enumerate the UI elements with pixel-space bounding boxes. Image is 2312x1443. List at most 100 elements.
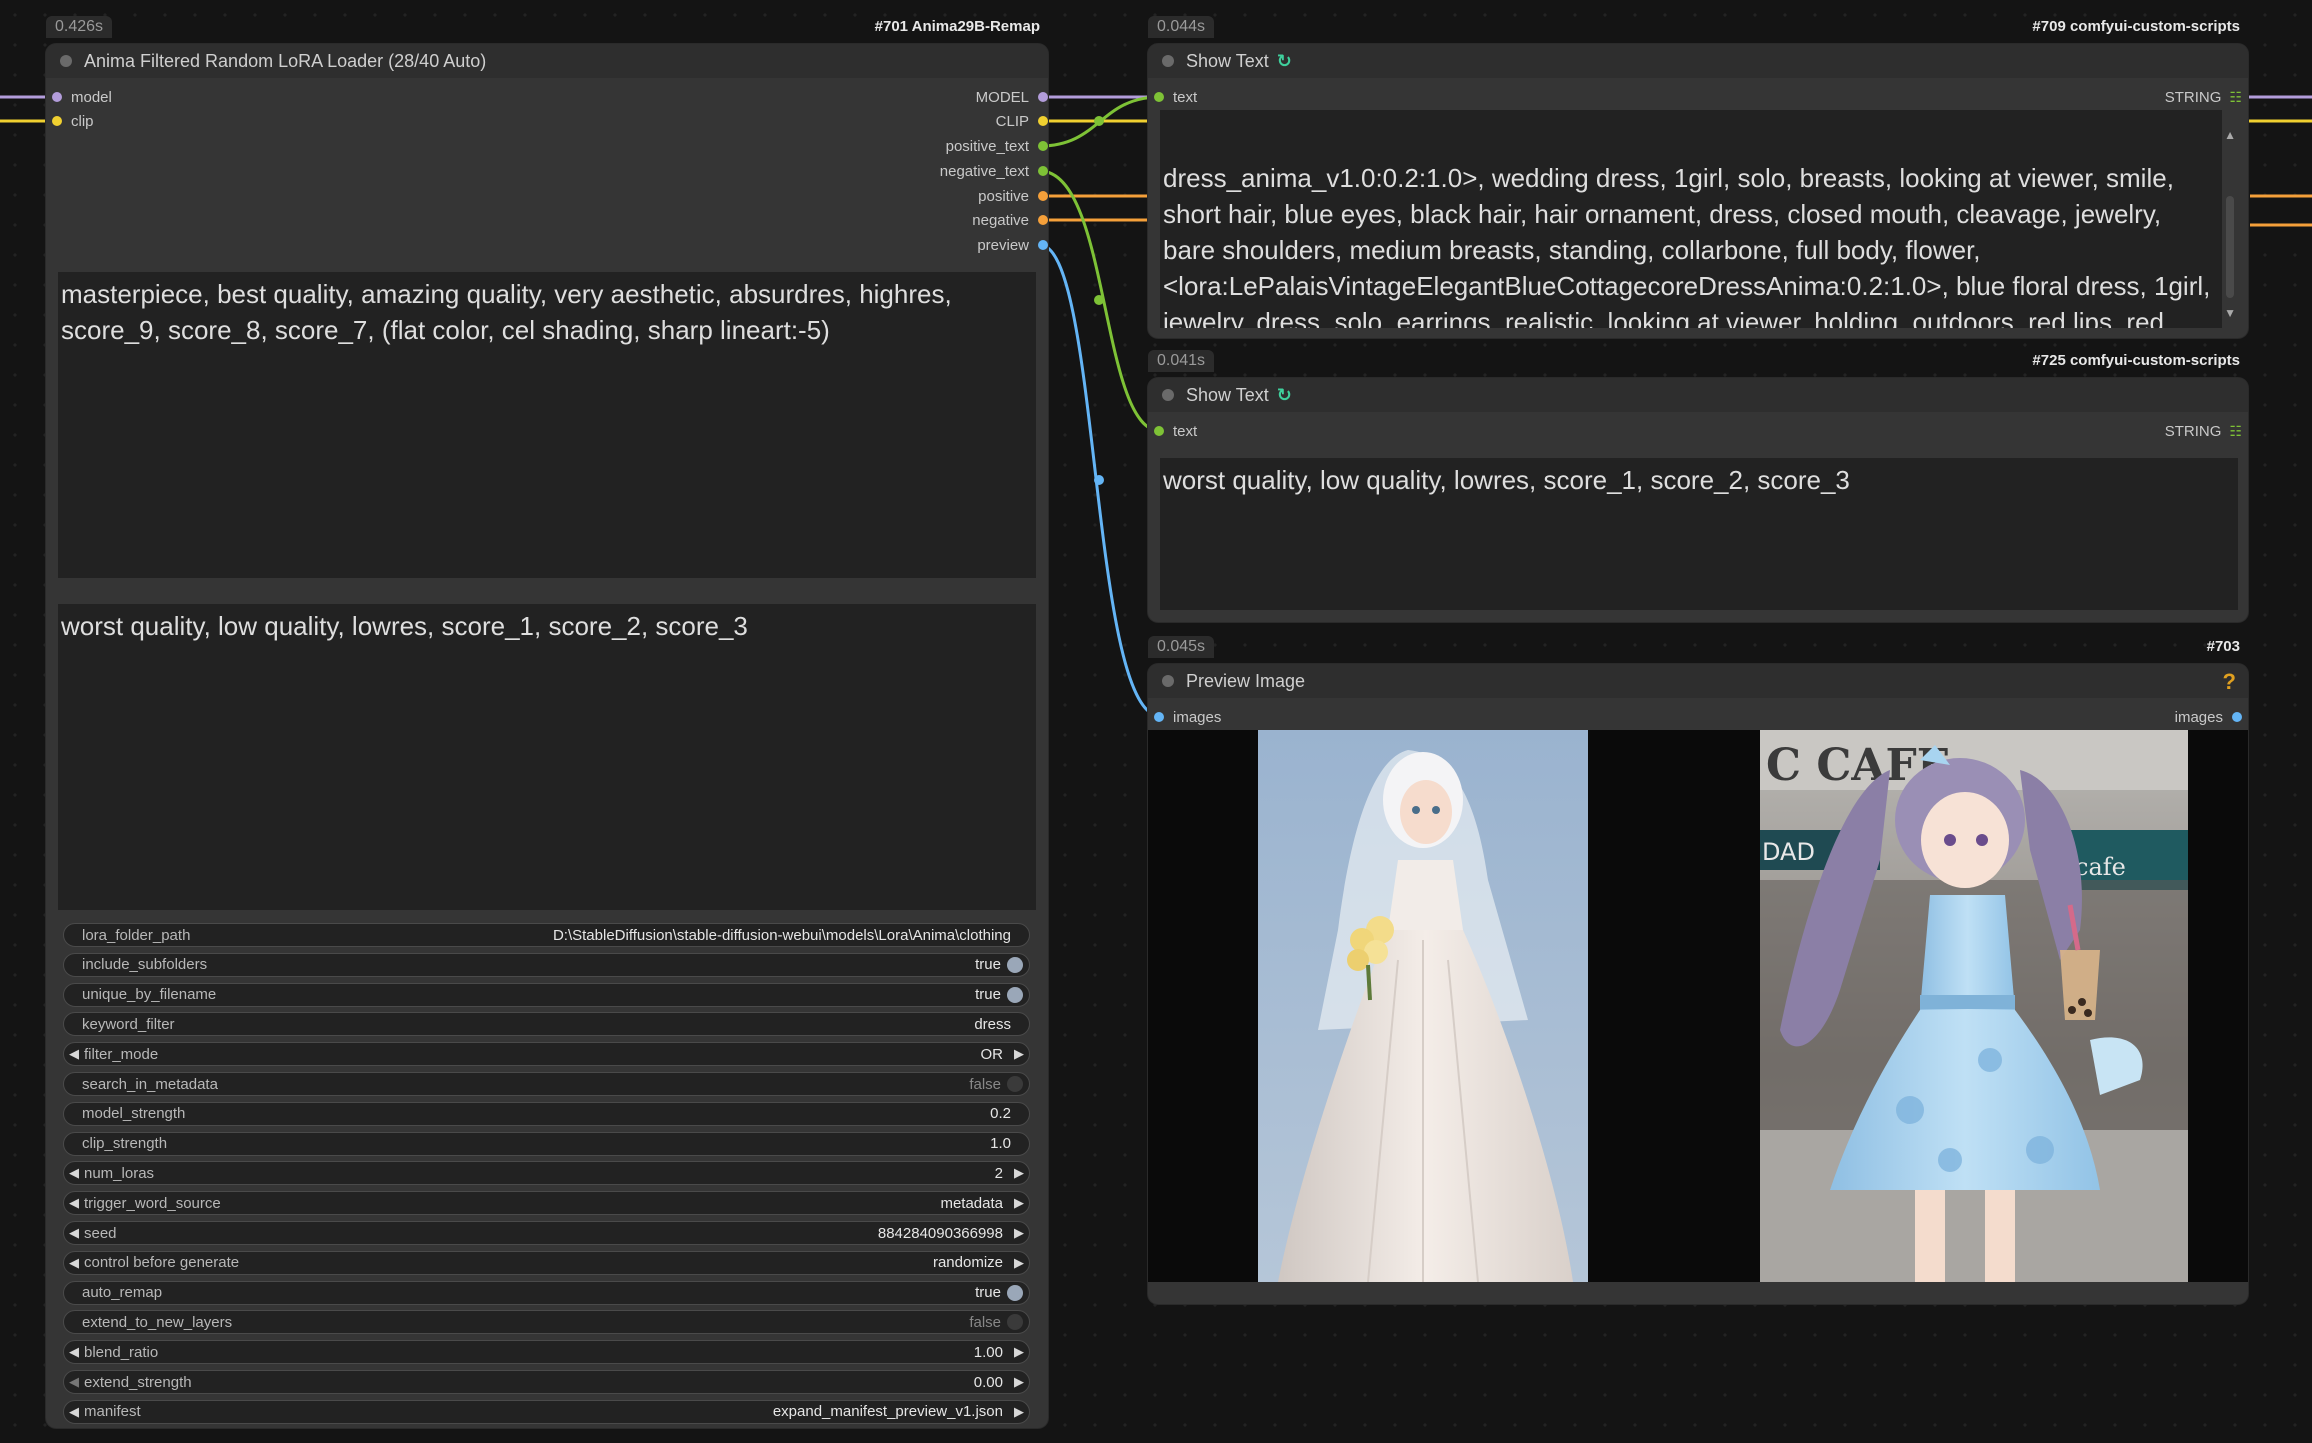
output-slot-negative[interactable]: negative xyxy=(748,210,1048,230)
preview-image-node[interactable]: Preview Image ? images images C CAFE DAD… xyxy=(1148,664,2248,1304)
show-text-2-output[interactable]: worst quality, low quality, lowres, scor… xyxy=(1160,458,2238,610)
widget-trigger-word-source[interactable]: ◀ trigger_word_source metadata ▶ xyxy=(63,1191,1030,1216)
widget-clip-strength[interactable]: clip_strength 1.0 xyxy=(63,1131,1030,1156)
increment-arrow-icon[interactable]: ▶ xyxy=(1009,1255,1029,1271)
show-text-1-header[interactable]: Show Text ↻ xyxy=(1148,44,2248,78)
slot-label: negative xyxy=(972,211,1029,229)
scroll-up-icon[interactable]: ▲ xyxy=(2224,128,2236,142)
slot-dot-icon[interactable] xyxy=(52,92,62,102)
show-text-1-output[interactable]: dress_anima_v1.0:0.2:1.0>, wedding dress… xyxy=(1160,110,2222,328)
decrement-arrow-icon[interactable]: ◀ xyxy=(64,1195,84,1211)
slot-dot-icon[interactable] xyxy=(1038,240,1048,250)
decrement-arrow-icon[interactable]: ◀ xyxy=(64,1225,84,1241)
increment-arrow-icon[interactable]: ▶ xyxy=(1009,1225,1029,1241)
widget-seed[interactable]: ◀ seed 884284090366998 ▶ xyxy=(63,1221,1030,1245)
decrement-arrow-icon[interactable]: ◀ xyxy=(64,1404,84,1420)
slot-label: text xyxy=(1173,422,1198,440)
output-slot-string[interactable]: STRING ☷ xyxy=(2042,87,2242,107)
decrement-arrow-icon[interactable]: ◀ xyxy=(64,1255,84,1271)
slot-dot-icon[interactable] xyxy=(1038,215,1048,225)
widget-label: filter_mode xyxy=(84,1045,159,1063)
widget-search-in-metadata[interactable]: search_in_metadata false xyxy=(63,1072,1030,1096)
slot-label: positive xyxy=(978,187,1029,205)
toggle-knob-icon[interactable] xyxy=(1007,1284,1023,1301)
increment-arrow-icon[interactable]: ▶ xyxy=(1009,1374,1029,1390)
widget-manifest[interactable]: ◀ manifest expand_manifest_preview_v1.json… xyxy=(63,1399,1030,1424)
slot-dot-icon[interactable] xyxy=(1154,426,1164,436)
widget-blend-ratio[interactable]: ◀ blend_ratio 1.00 ▶ xyxy=(63,1340,1030,1365)
output-slot-clip[interactable]: CLIP xyxy=(748,111,1048,131)
input-slot-clip[interactable]: clip xyxy=(52,111,94,131)
collapse-dot-icon[interactable] xyxy=(1162,675,1174,687)
decrement-arrow-icon[interactable]: ◀ xyxy=(64,1344,84,1360)
increment-arrow-icon[interactable]: ▶ xyxy=(1009,1046,1029,1062)
slot-dot-icon[interactable] xyxy=(1038,116,1048,126)
output-slot-preview[interactable]: preview xyxy=(748,235,1048,255)
input-slot-model[interactable]: model xyxy=(52,87,112,107)
output-slot-positive-text[interactable]: positive_text xyxy=(748,136,1048,156)
widget-extend-to-new-layers[interactable]: extend_to_new_layers false xyxy=(63,1310,1030,1335)
widget-model-strength[interactable]: model_strength 0.2 xyxy=(63,1101,1030,1126)
widget-num-loras[interactable]: ◀ num_loras 2 ▶ xyxy=(63,1161,1030,1186)
show-text-1-time-badge: 0.044s xyxy=(1148,16,1215,38)
scroll-down-icon[interactable]: ▼ xyxy=(2224,306,2236,320)
input-slot-text[interactable]: text xyxy=(1154,421,1197,441)
collapse-dot-icon[interactable] xyxy=(60,55,72,67)
slot-dot-icon[interactable] xyxy=(52,116,62,126)
preview-image-area[interactable]: C CAFE DAD cafe xyxy=(1148,730,2248,1282)
slot-dot-icon[interactable] xyxy=(1038,141,1048,151)
collapse-dot-icon[interactable] xyxy=(1162,389,1174,401)
slot-dot-icon[interactable] xyxy=(1038,191,1048,201)
show-text-node-1[interactable]: Show Text ↻ text STRING ☷ dress_anima_v1… xyxy=(1148,44,2248,338)
decrement-arrow-icon[interactable]: ◀ xyxy=(64,1165,84,1181)
widget-unique-by-filename[interactable]: unique_by_filename true xyxy=(63,982,1030,1007)
output-slot-positive[interactable]: positive xyxy=(748,186,1048,206)
show-text-2-header[interactable]: Show Text ↻ xyxy=(1148,378,2248,412)
slot-dot-icon[interactable] xyxy=(1038,166,1048,176)
decrement-arrow-icon[interactable]: ◀ xyxy=(64,1046,84,1062)
lora-loader-node[interactable]: Anima Filtered Random LoRA Loader (28/40… xyxy=(46,44,1048,1428)
input-slot-images[interactable]: images xyxy=(1154,707,1221,727)
widget-lora-folder-path[interactable]: lora_folder_path D:\StableDiffusion\stabl… xyxy=(63,923,1030,947)
increment-arrow-icon[interactable]: ▶ xyxy=(1009,1165,1029,1181)
slot-dot-icon[interactable] xyxy=(1154,92,1164,102)
widget-label: search_in_metadata xyxy=(82,1075,218,1093)
widget-extend-strength[interactable]: ◀ extend_strength 0.00 ▶ xyxy=(63,1370,1030,1394)
loader-node-header[interactable]: Anima Filtered Random LoRA Loader (28/40… xyxy=(46,44,1048,78)
increment-arrow-icon[interactable]: ▶ xyxy=(1009,1344,1029,1360)
output-slot-negative-text[interactable]: negative_text xyxy=(748,161,1048,181)
toggle-knob-icon[interactable] xyxy=(1007,1076,1023,1092)
negative-prompt-textarea[interactable]: worst quality, low quality, lowres, scor… xyxy=(58,604,1036,910)
widget-auto-remap[interactable]: auto_remap true xyxy=(63,1280,1030,1305)
widget-label: seed xyxy=(84,1224,117,1242)
decrement-arrow-icon[interactable]: ◀ xyxy=(64,1374,84,1390)
toggle-knob-icon[interactable] xyxy=(1007,1314,1023,1331)
grid-icon[interactable]: ☷ xyxy=(2229,89,2242,106)
widget-include-subfolders[interactable]: include_subfolders true xyxy=(63,952,1030,977)
preview-header[interactable]: Preview Image ? xyxy=(1148,664,2248,698)
show-text-2-time-badge: 0.041s xyxy=(1148,350,1215,372)
positive-prompt-textarea[interactable]: masterpiece, best quality, amazing quali… xyxy=(58,272,1036,578)
slot-dot-icon[interactable] xyxy=(1038,92,1048,102)
increment-arrow-icon[interactable]: ▶ xyxy=(1009,1404,1029,1420)
toggle-knob-icon[interactable] xyxy=(1007,956,1023,973)
question-icon[interactable]: ? xyxy=(2223,669,2236,695)
widget-filter-mode[interactable]: ◀ filter_mode OR ▶ xyxy=(63,1042,1030,1067)
slot-label: CLIP xyxy=(995,112,1029,130)
collapse-dot-icon[interactable] xyxy=(1162,55,1174,67)
increment-arrow-icon[interactable]: ▶ xyxy=(1009,1195,1029,1211)
grid-icon[interactable]: ☷ xyxy=(2229,423,2242,440)
widget-control-before-generate[interactable]: ◀ control before generate randomize ▶ xyxy=(63,1250,1030,1275)
output-slot-model[interactable]: MODEL xyxy=(748,87,1048,107)
input-slot-text[interactable]: text xyxy=(1154,87,1197,107)
slot-dot-icon[interactable] xyxy=(1154,712,1164,722)
scrollbar-thumb[interactable] xyxy=(2226,196,2234,298)
output-slot-string[interactable]: STRING ☷ xyxy=(2042,421,2242,441)
slot-dot-icon[interactable] xyxy=(2232,712,2242,722)
toggle-knob-icon[interactable] xyxy=(1007,986,1023,1003)
preview-image-1[interactable] xyxy=(1258,730,1588,1282)
widget-keyword-filter[interactable]: keyword_filter dress xyxy=(63,1012,1030,1037)
show-text-node-2[interactable]: Show Text ↻ text STRING ☷ worst quality,… xyxy=(1148,378,2248,622)
preview-image-2[interactable]: C CAFE DAD cafe xyxy=(1760,730,2188,1282)
output-slot-images[interactable]: images xyxy=(2042,707,2242,727)
